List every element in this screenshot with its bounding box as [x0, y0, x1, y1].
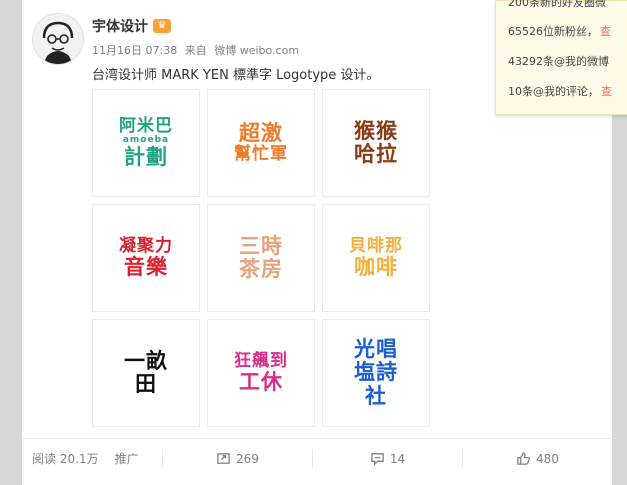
logotype-text: 貝啡那 咖啡: [349, 237, 403, 279]
post-meta: 11月16日 07:38 来自 微博 weibo.com: [92, 42, 303, 58]
post-actions: 阅读 20.1万 推广 269 14 480: [22, 438, 612, 478]
logotype-line: 茶房: [239, 257, 283, 281]
image-grid: 阿米巴 amoeba 計劃 超激 幫忙軍 猴猴 哈拉凝聚力 音樂 三時 茶房 貝啡那 咖啡一畝田 狂飆到…: [92, 89, 431, 428]
like-count: 480: [536, 451, 559, 466]
logotype-text: 一畝田: [124, 348, 168, 396]
logotype-line: 計劃: [124, 144, 168, 169]
notification-row[interactable]: 200条新的好友圈微: [508, 0, 606, 10]
read-count: 阅读 20.1万: [32, 452, 99, 466]
logotype-line: 凝聚力: [119, 236, 173, 257]
logotype-line: 猴猴: [354, 118, 398, 143]
view-link[interactable]: 查: [600, 23, 611, 39]
logotype-line: 社: [365, 383, 387, 408]
logotype-image[interactable]: 一畝田: [92, 319, 200, 427]
avatar-portrait-icon: [33, 14, 83, 64]
logotype-image[interactable]: 阿米巴 amoeba 計劃: [92, 89, 200, 197]
logotype-line: 塩詩: [354, 360, 398, 385]
comment-button[interactable]: 14: [312, 449, 462, 468]
view-link[interactable]: 查: [601, 83, 612, 99]
logotype-line: 工休: [239, 369, 283, 394]
logotype-image[interactable]: 超激 幫忙軍: [207, 89, 315, 197]
read-stats: 阅读 20.1万 推广: [22, 450, 162, 467]
logotype-text: 狂飆到 工休: [234, 352, 288, 394]
logotype-line: 超激: [239, 121, 283, 146]
notification-popup: 200条新的好友圈微 65526位新粉丝，查 43292条@我的微博 10条@我…: [495, 0, 627, 115]
logotype-line: 幫忙軍: [234, 144, 288, 165]
thumbs-up-icon: [517, 452, 530, 465]
vip-badge-icon[interactable]: ♛: [153, 19, 171, 33]
logotype-image[interactable]: 三時 茶房: [207, 204, 315, 312]
logotype-line: 三時: [239, 233, 283, 258]
username-link[interactable]: 宇体设计: [92, 16, 148, 36]
logotype-image[interactable]: 狂飆到 工休: [207, 319, 315, 427]
repost-button[interactable]: 269: [162, 449, 312, 468]
post-timestamp[interactable]: 11月16日 07:38: [92, 44, 177, 57]
notification-row[interactable]: 10条@我的评论，查: [508, 83, 612, 99]
logotype-text: 光唱 塩詩社: [354, 338, 398, 407]
logotype-image[interactable]: 貝啡那 咖啡: [322, 204, 430, 312]
logotype-line: 咖啡: [354, 254, 398, 279]
logotype-text: 凝聚力 音樂: [119, 237, 173, 279]
post-text: 台湾设计师 MARK YEN 標準字 Logotype 设计。: [92, 68, 380, 83]
logotype-line: 一畝: [124, 348, 168, 373]
comment-icon: [371, 453, 384, 466]
logotype-image[interactable]: 凝聚力 音樂: [92, 204, 200, 312]
logotype-text: 阿米巴 amoeba 計劃: [119, 117, 173, 169]
comment-count: 14: [389, 451, 406, 466]
logotype-text: 超激 幫忙軍: [234, 122, 288, 164]
repost-icon: [217, 453, 230, 464]
promote-button[interactable]: 推广: [115, 450, 139, 467]
repost-count: 269: [236, 451, 259, 466]
post-author: 宇体设计 ♛: [92, 16, 171, 36]
logotype-text: 三時 茶房: [239, 233, 283, 281]
like-button[interactable]: 480: [462, 449, 612, 468]
avatar[interactable]: [32, 13, 84, 65]
logotype-line: 哈拉: [354, 142, 398, 166]
from-prefix: 来自: [184, 44, 207, 57]
logotype-line: 音樂: [124, 254, 168, 279]
logotype-image[interactable]: 猴猴 哈拉: [322, 89, 430, 197]
notification-row[interactable]: 65526位新粉丝，查: [508, 23, 611, 39]
logotype-image[interactable]: 光唱 塩詩社: [322, 319, 430, 427]
logotype-line: 田: [135, 372, 157, 396]
logotype-line: 狂飆到: [234, 351, 288, 372]
logotype-line: 光唱: [354, 337, 398, 362]
logotype-line: 貝啡那: [349, 236, 403, 257]
logotype-line: 阿米巴: [119, 116, 173, 137]
notification-row[interactable]: 43292条@我的微博: [508, 53, 609, 69]
logotype-text: 猴猴 哈拉: [354, 118, 398, 166]
post-source[interactable]: 微博 weibo.com: [214, 44, 299, 57]
